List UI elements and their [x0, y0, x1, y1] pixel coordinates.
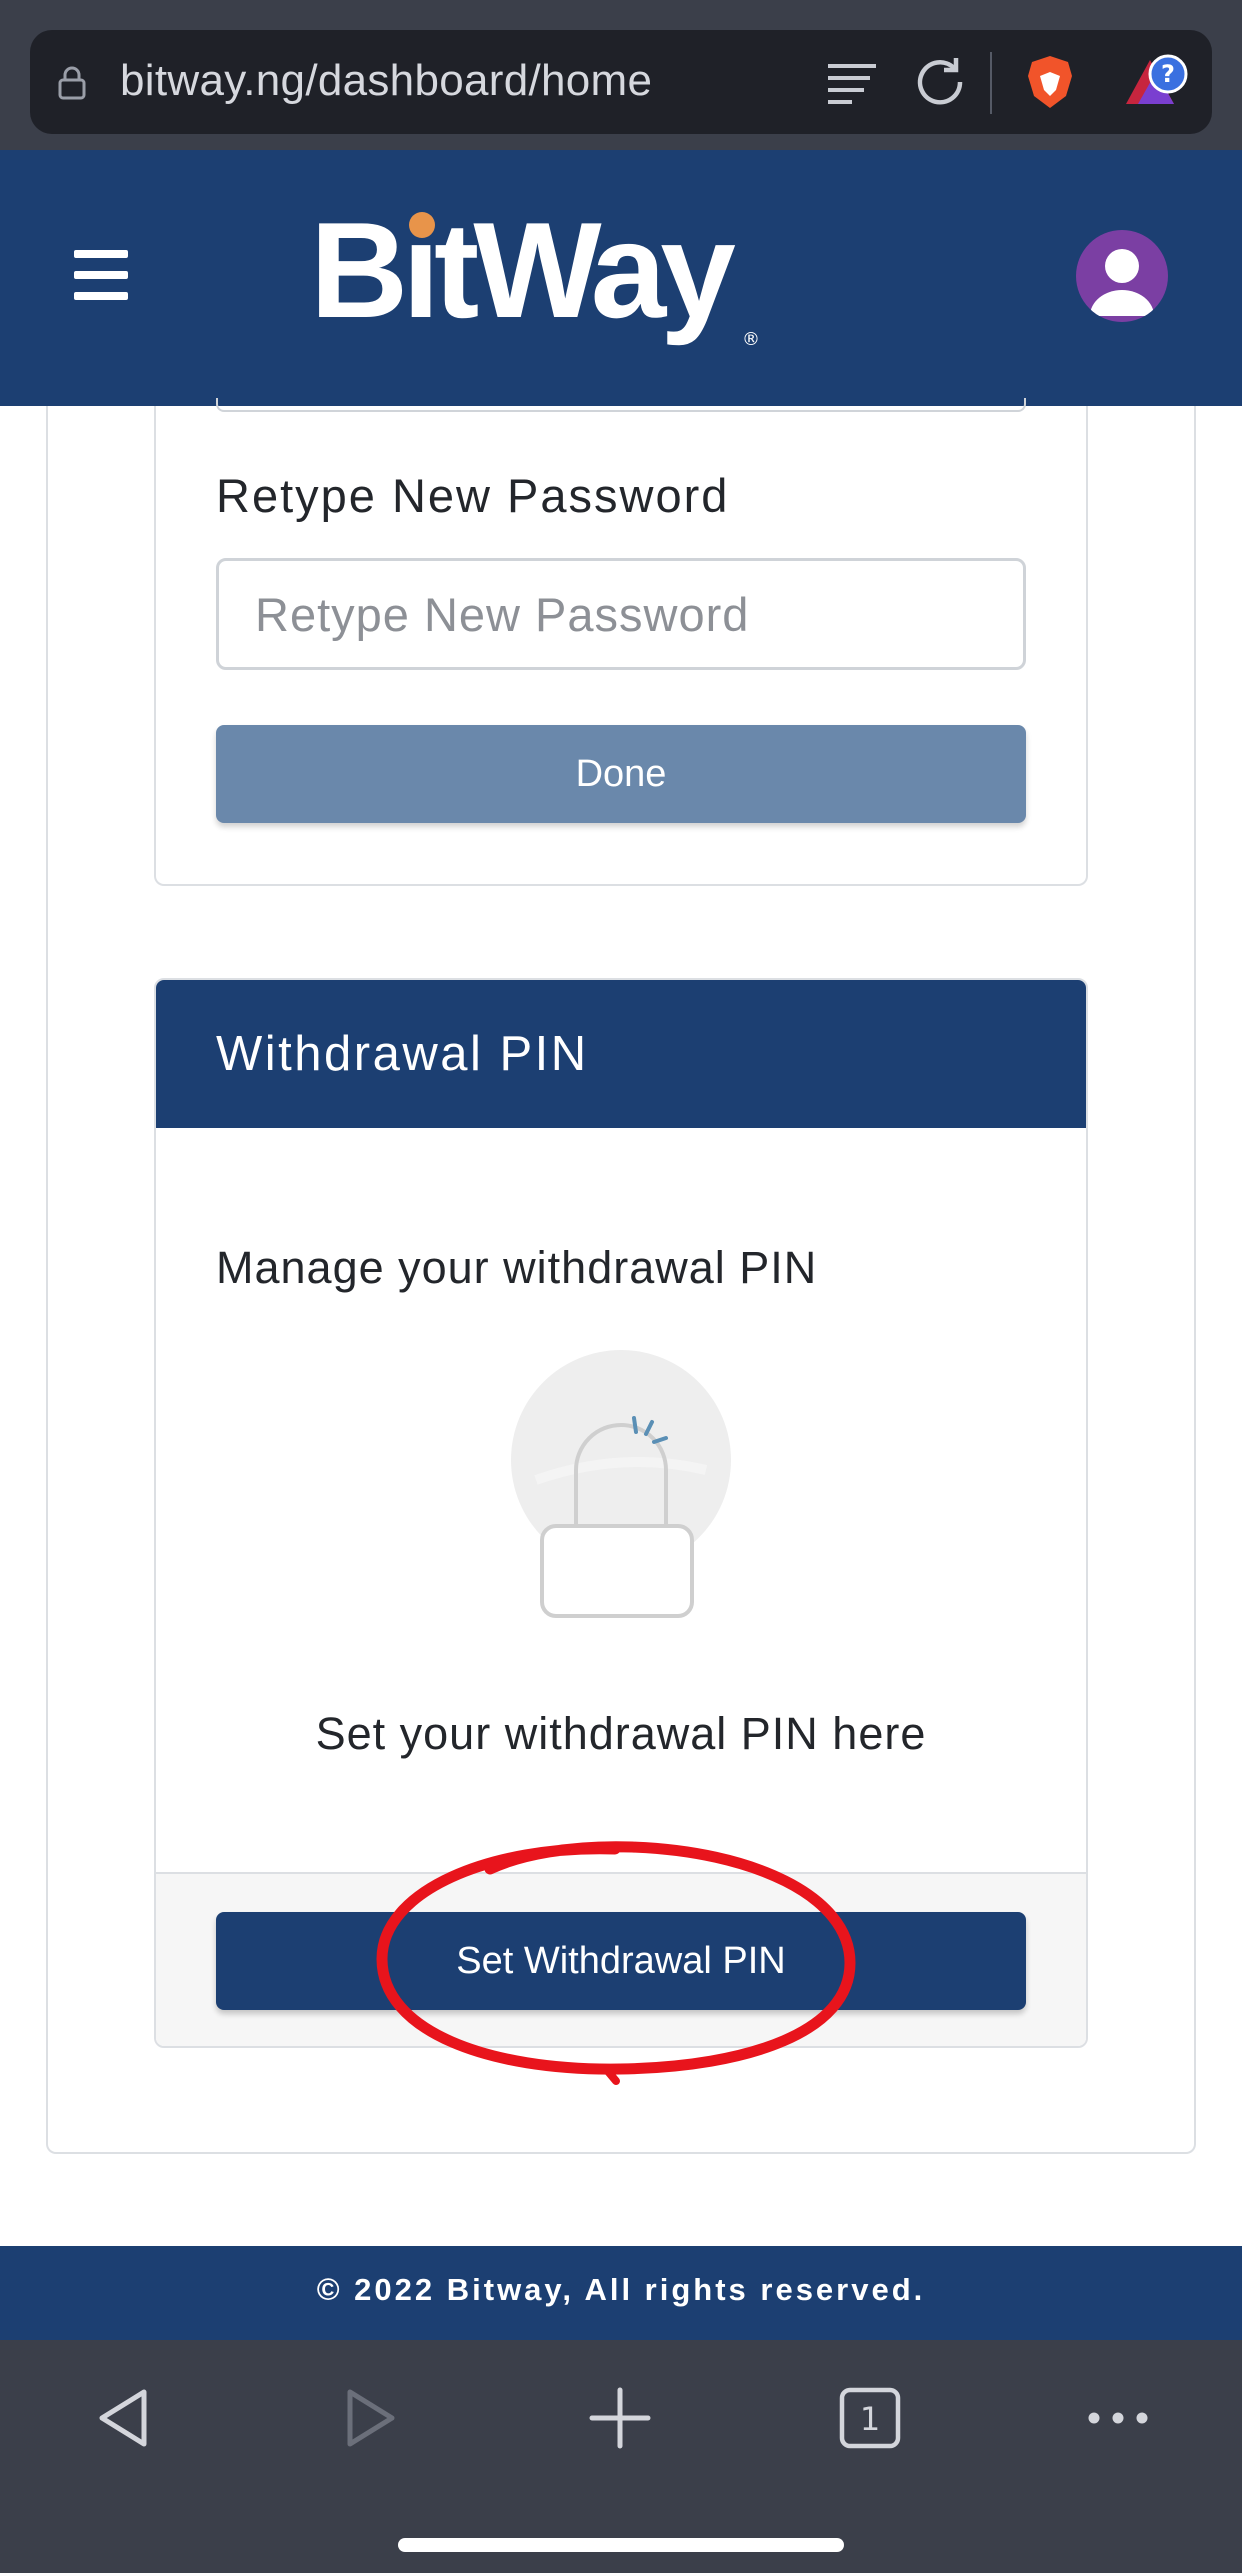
retype-password-label: Retype New Password	[216, 469, 730, 522]
padlock-icon	[511, 1350, 731, 1618]
back-icon[interactable]	[84, 2378, 164, 2458]
brave-rewards-icon[interactable]: ?	[1120, 50, 1190, 114]
logo-accent-dot	[409, 212, 435, 238]
withdrawal-pin-header: Withdrawal PIN	[156, 980, 1086, 1128]
url-text[interactable]: bitway.ng/dashboard/home	[120, 56, 652, 106]
user-avatar-icon[interactable]	[1076, 230, 1168, 322]
logo-text: BitWay	[310, 205, 735, 346]
forward-icon[interactable]	[330, 2378, 410, 2458]
retype-password-input[interactable]	[216, 558, 1026, 670]
tabs-count: 1	[860, 2400, 880, 2438]
withdrawal-pin-footer: Set Withdrawal PIN	[156, 1872, 1086, 2046]
withdrawal-pin-description: Set your withdrawal PIN here	[315, 1708, 927, 1759]
browser-bottom-toolbar: 1	[0, 2340, 1242, 2573]
withdrawal-pin-subtitle: Manage your withdrawal PIN	[216, 1242, 818, 1293]
home-indicator[interactable]	[398, 2538, 844, 2552]
bitway-logo[interactable]: BitWay ®	[310, 205, 770, 355]
site-header: BitWay ®	[0, 150, 1242, 406]
new-tab-icon[interactable]	[580, 2378, 660, 2458]
lock-icon	[58, 66, 86, 100]
withdrawal-pin-card: Withdrawal PIN Manage your withdrawal PI…	[154, 978, 1088, 2048]
svg-text:?: ?	[1161, 60, 1175, 88]
hamburger-menu-icon[interactable]	[74, 250, 128, 300]
svg-text:®: ®	[742, 329, 760, 350]
more-menu-icon[interactable]	[1078, 2378, 1158, 2458]
reader-mode-icon[interactable]	[822, 52, 882, 112]
copyright-text: © 2022 Bitway, All rights reserved.	[316, 2272, 926, 2307]
withdrawal-pin-title: Withdrawal PIN	[216, 1027, 589, 1081]
tabs-icon[interactable]: 1	[830, 2378, 910, 2458]
brave-shield-icon[interactable]	[1020, 52, 1080, 112]
browser-top-bar: bitway.ng/dashboard/home ?	[0, 0, 1242, 150]
set-withdrawal-pin-button[interactable]: Set Withdrawal PIN	[216, 1912, 1026, 2010]
reload-icon[interactable]	[910, 52, 970, 112]
done-button[interactable]: Done	[216, 725, 1026, 823]
site-footer: © 2022 Bitway, All rights reserved.	[0, 2246, 1242, 2340]
previous-password-field-edge	[216, 398, 1026, 412]
address-bar[interactable]: bitway.ng/dashboard/home ?	[30, 30, 1212, 134]
address-bar-separator	[990, 52, 992, 114]
